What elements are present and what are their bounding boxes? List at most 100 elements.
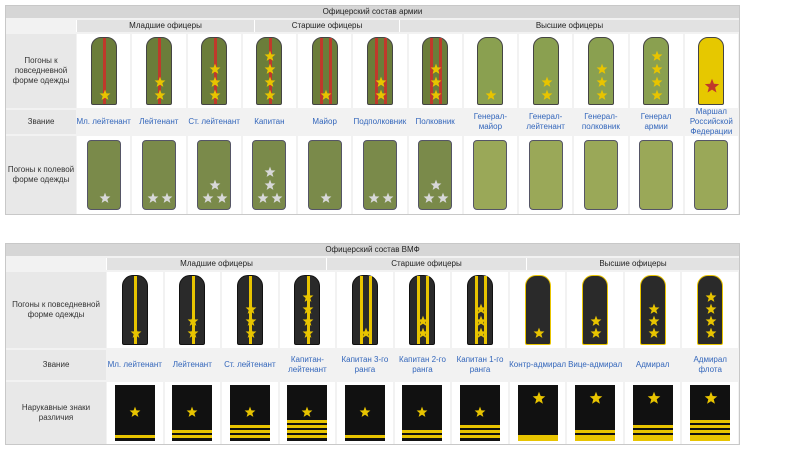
navy-rank-label[interactable]: Адмирал — [624, 350, 682, 380]
navy-sleeve-stripe — [517, 435, 558, 441]
army-star-icon — [320, 88, 332, 100]
army-rank-label[interactable]: Мл. лейтенант — [76, 110, 131, 134]
army-field-cell — [187, 136, 241, 214]
navy-sleeve-stripe — [229, 425, 270, 428]
navy-star-icon — [245, 314, 257, 326]
navy-rank-label[interactable]: Лейтенант — [164, 350, 222, 380]
army-field-shoulder-strap — [528, 140, 563, 210]
navy-sleeve-star-icon — [647, 391, 660, 404]
army-daily-cell — [77, 34, 131, 108]
army-field-cell — [519, 136, 573, 214]
army-rank-label[interactable]: Генерал-майор — [463, 110, 518, 134]
army-field-cell — [408, 136, 462, 214]
navy-sleeve-cell — [279, 382, 336, 444]
army-rank-label[interactable]: Лейтенант — [131, 110, 186, 134]
navy-sleeve-insignia — [632, 385, 673, 441]
army-field-shoulder-strap — [86, 140, 121, 210]
navy-daily-cell — [452, 272, 508, 348]
navy-rank-label[interactable]: Капитан 1-го ранга — [451, 350, 509, 380]
navy-daily-cell — [567, 272, 623, 348]
army-rank-label[interactable]: Капитан — [242, 110, 297, 134]
navy-sleeve-star-icon — [474, 405, 486, 417]
army-row-daily-label: Погоны к повседневной форме одежды — [6, 34, 76, 108]
navy-daily-cell — [222, 272, 278, 348]
navy-star-icon — [705, 302, 717, 314]
army-star-icon — [596, 75, 608, 87]
army-star-icon — [430, 88, 442, 100]
navy-rank-label[interactable]: Капитан-лейтенант — [279, 350, 337, 380]
army-daily-shoulder-strap — [311, 37, 338, 105]
army-row-rank-label: Звание — [6, 110, 76, 134]
army-rank-label[interactable]: Генерал-полковник — [573, 110, 628, 134]
army-field-star-icon — [209, 178, 221, 190]
army-rank-label[interactable]: Ст. лейтенант — [187, 110, 242, 134]
army-title: Офицерский состав армии — [6, 6, 739, 18]
navy-sleeve-stripe — [402, 435, 443, 438]
army-rank-label[interactable]: Подполковник — [352, 110, 407, 134]
army-field-star-icon — [161, 191, 173, 203]
army-field-cell — [242, 136, 296, 214]
navy-rank-label[interactable]: Вице-адмирал — [566, 350, 624, 380]
navy-daily-shoulder-strap — [582, 275, 609, 345]
army-field-star-icon — [437, 191, 449, 203]
navy-sleeve-stripe — [460, 425, 501, 428]
navy-star-icon — [705, 290, 717, 302]
army-daily-shoulder-strap — [477, 37, 504, 105]
army-field-star-icon — [271, 191, 283, 203]
navy-sleeve-cell — [682, 382, 738, 444]
navy-sleeve-stripe — [114, 435, 155, 438]
navy-title: Офицерский состав ВМФ — [6, 244, 739, 256]
navy-daily-cell — [394, 272, 451, 348]
navy-sleeve-star-icon — [589, 391, 603, 404]
army-rank-label[interactable]: Генерал армии — [629, 110, 684, 134]
navy-star-icon — [648, 314, 660, 326]
navy-sleeve-stripe — [460, 430, 501, 433]
navy-daily-shoulder-strap — [409, 275, 436, 345]
navy-rank-label[interactable]: Капитан 3-го ранга — [336, 350, 394, 380]
army-field-shoulder-strap — [694, 140, 729, 210]
navy-daily-cell — [107, 272, 163, 348]
navy-rank-label[interactable]: Ст. лейтенант — [221, 350, 279, 380]
navy-sleeve-stripe — [575, 435, 616, 441]
army-group-high: Высшие офицеры — [399, 20, 739, 32]
army-rank-label[interactable]: Майор — [297, 110, 352, 134]
army-star-icon — [264, 49, 276, 61]
navy-rank-label[interactable]: Контр-адмирал — [509, 350, 567, 380]
navy-sleeve-stripe — [229, 435, 270, 438]
army-daily-cell — [463, 34, 517, 108]
navy-sleeve-insignia — [460, 385, 501, 441]
army-rank-label[interactable]: Маршал Российской Федерации — [684, 107, 739, 136]
navy-rank-label[interactable]: Мл. лейтенант — [106, 350, 164, 380]
navy-sleeve-star-icon — [416, 405, 428, 417]
navy-daily-cell — [279, 272, 336, 348]
navy-rank-label[interactable]: Адмирал флота — [681, 350, 739, 380]
navy-sleeve-insignia — [690, 385, 731, 441]
navy-star-icon — [302, 326, 314, 338]
army-group-junior: Младшие офицеры — [76, 20, 254, 32]
army-daily-cell — [629, 34, 683, 108]
navy-star-icon — [533, 326, 545, 338]
navy-sleeve-stripe — [287, 425, 328, 428]
army-daily-cell — [242, 34, 296, 108]
army-daily-cell — [132, 34, 186, 108]
army-daily-cell — [574, 34, 628, 108]
army-rank-label[interactable]: Генерал-лейтенант — [518, 110, 573, 134]
navy-sleeve-cell — [164, 382, 221, 444]
navy-rank-label[interactable]: Капитан 2-го ранга — [394, 350, 452, 380]
army-star-icon — [651, 75, 663, 87]
navy-sleeve-stripe — [632, 425, 673, 428]
army-rank-label[interactable]: Полковник — [408, 110, 463, 134]
army-daily-shoulder-strap — [201, 37, 228, 105]
army-field-star-icon — [320, 191, 332, 203]
army-field-shoulder-strap — [473, 140, 508, 210]
navy-star-icon — [648, 326, 660, 338]
navy-sleeve-insignia — [229, 385, 270, 441]
navy-daily-shoulder-strap — [351, 275, 378, 345]
army-star-icon — [596, 88, 608, 100]
army-daily-shoulder-strap — [366, 37, 393, 105]
army-field-cell — [132, 136, 186, 214]
navy-daily-shoulder-strap — [697, 275, 724, 345]
navy-star-icon — [245, 302, 257, 314]
navy-sleeve-stripe — [690, 435, 731, 441]
army-field-star-icon — [423, 191, 435, 203]
